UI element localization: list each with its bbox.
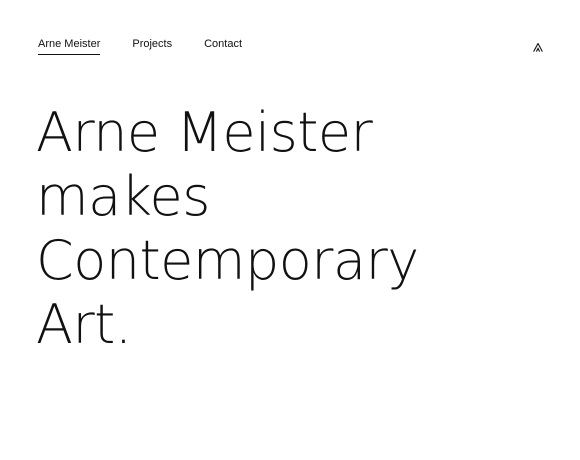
nav-link-contact[interactable]: Contact xyxy=(204,38,242,54)
hero-line-3: Contemporary xyxy=(36,229,419,292)
hero-heading: Arne Meister makes Contemporary Art. xyxy=(36,101,556,357)
nav-link-home[interactable]: Arne Meister xyxy=(38,38,101,55)
nav-link-projects[interactable]: Projects xyxy=(132,38,172,54)
hero-line-2: makes xyxy=(36,165,210,228)
hero-line-1: Arne Meister xyxy=(36,101,373,164)
monogram-icon xyxy=(533,42,543,52)
logo-icon[interactable] xyxy=(533,39,543,52)
hero-line-4: Art. xyxy=(36,293,132,356)
main-nav: Arne Meister Projects Contact xyxy=(38,38,242,58)
